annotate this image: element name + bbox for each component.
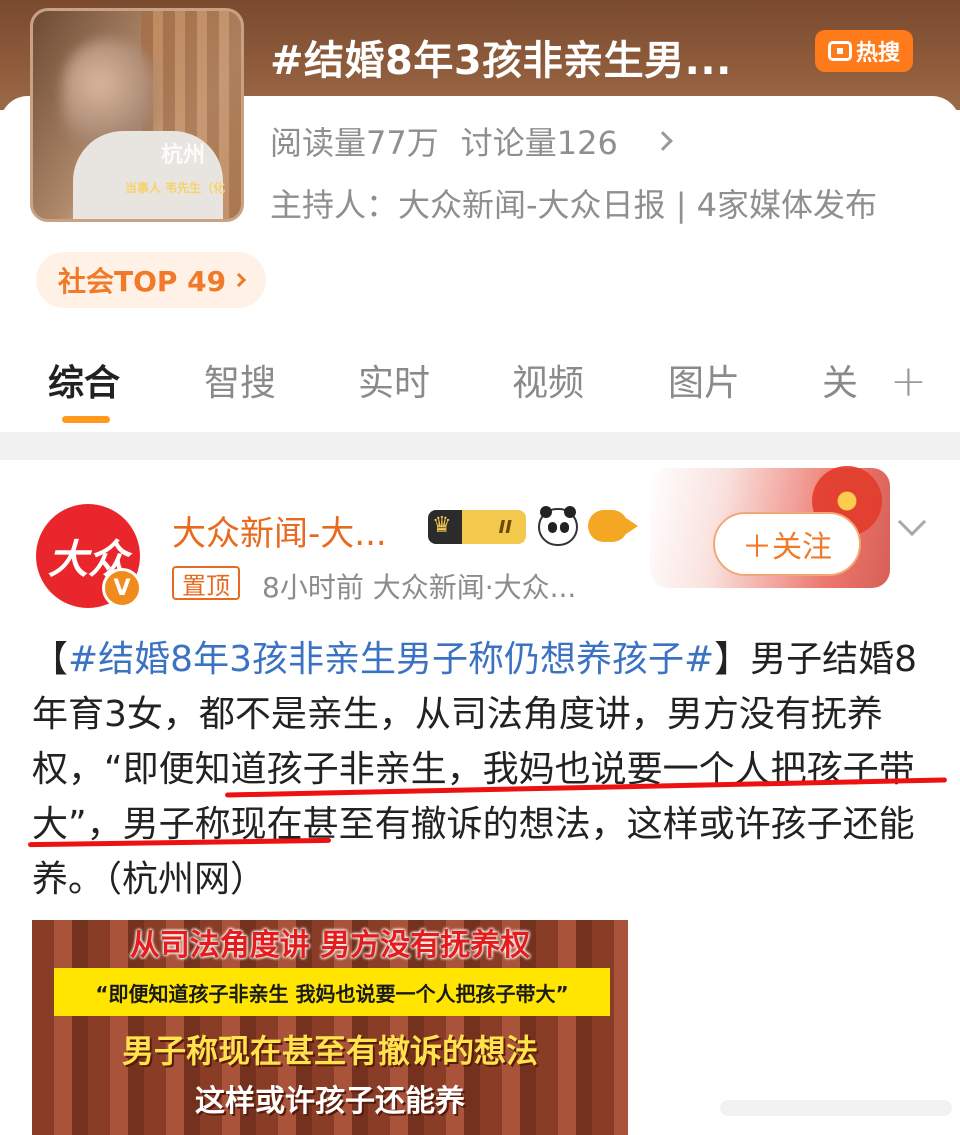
hot-search-label: 热搜 — [855, 41, 900, 66]
verified-icon: V — [102, 568, 142, 608]
topic-thumbnail[interactable]: 杭州 当事人 韦先生（化 — [30, 8, 244, 222]
rank-pill[interactable]: 社会TOP 49 — [36, 252, 267, 308]
member-level-badge: ♛ II — [428, 510, 526, 544]
image-watermark — [720, 1100, 952, 1116]
post-card: 大众 V 大众新闻-大... ♛ II ＋关注 置顶 8小时前 大众新闻·大众.… — [0, 460, 960, 1135]
post-image[interactable]: 从司法角度讲 男方没有抚养权 “即便知道孩子非亲生 我妈也说要一个人把孩子带大”… — [32, 920, 628, 1135]
rank-label: 社会TOP 49 — [58, 265, 227, 298]
post-text-bracket: 【 — [32, 639, 69, 680]
active-tab-indicator — [62, 416, 110, 423]
panda-icon — [538, 506, 578, 546]
follow-button[interactable]: ＋关注 — [713, 512, 861, 576]
image-caption-3: 男子称现在甚至有撤诉的想法 — [121, 1032, 538, 1070]
member-level: II — [498, 516, 512, 538]
tab-related[interactable]: 关 — [822, 354, 858, 406]
pinned-badge: 置顶 — [172, 566, 240, 600]
post-hashtag[interactable]: #结婚8年3孩非亲生男子称仍想养孩子# — [68, 639, 714, 680]
crown-icon: ♛ — [432, 513, 452, 538]
thumbnail-watermark: 杭州 — [161, 143, 206, 168]
topic-title: #结婚8年3孩非亲生男... — [270, 38, 732, 84]
image-caption-1: 从司法角度讲 男方没有抚养权 — [129, 928, 531, 963]
tab-smart-search[interactable]: 智搜 — [204, 354, 276, 406]
thumbnail-caption: 当事人 韦先生（化 — [125, 181, 226, 195]
tab-video[interactable]: 视频 — [512, 354, 584, 406]
read-count: 阅读量77万 — [270, 124, 439, 162]
image-caption-2: “即便知道孩子非亲生 我妈也说要一个人把孩子带大” — [54, 968, 610, 1016]
topic-stats[interactable]: 阅读量77万 讨论量126 — [270, 118, 673, 164]
discussion-count: 讨论量126 — [460, 124, 618, 162]
post-author[interactable]: 大众新闻-大... — [172, 506, 387, 555]
image-caption-4: 这样或许孩子还能养 — [195, 1084, 465, 1119]
topic-host[interactable]: 主持人：大众新闻-大众日报 | 4家媒体发布 — [270, 180, 877, 226]
tab-bar: 综合 智搜 实时 视频 图片 关 + — [0, 350, 960, 430]
post-meta: 8小时前 大众新闻·大众... — [262, 571, 577, 604]
tab-realtime[interactable]: 实时 — [358, 354, 430, 406]
tab-comprehensive[interactable]: 综合 — [48, 354, 120, 406]
chevron-down-icon[interactable] — [897, 507, 927, 537]
add-tab-icon[interactable]: + — [890, 356, 927, 407]
hot-search-badge[interactable]: 热搜 — [815, 30, 913, 72]
post-text: 【#结婚8年3孩非亲生男子称仍想养孩子#】男子结婚8年育3女，都不是亲生，从司法… — [32, 632, 932, 907]
hot-search-icon — [827, 41, 852, 61]
chevron-right-icon — [652, 131, 673, 151]
tab-pictures[interactable]: 图片 — [668, 354, 740, 406]
fish-icon — [588, 510, 638, 542]
chevron-right-icon — [232, 272, 247, 288]
section-divider — [0, 432, 960, 460]
